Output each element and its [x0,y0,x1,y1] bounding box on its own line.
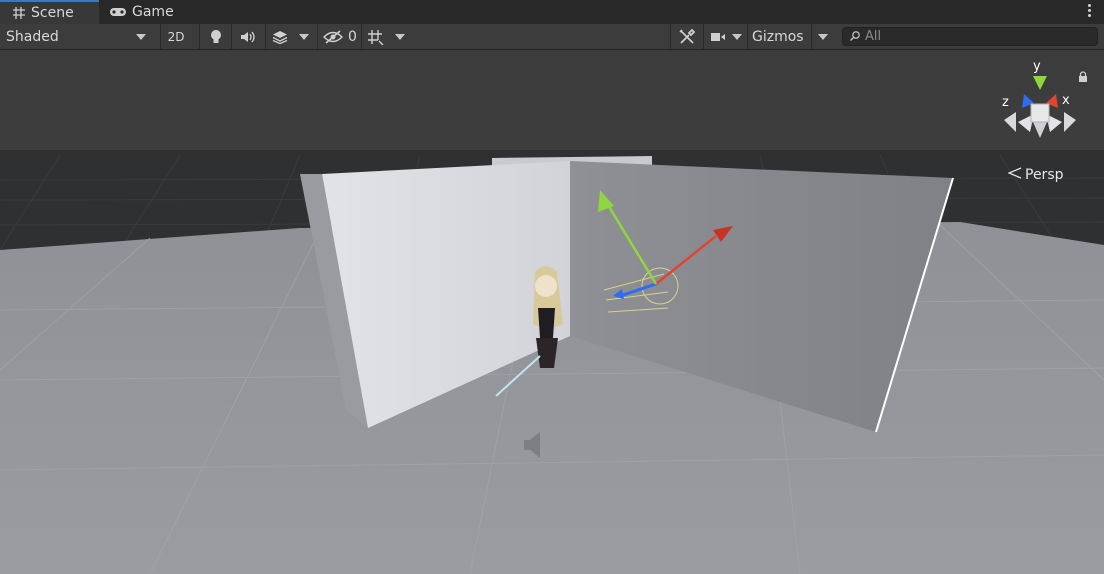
search-icon [849,27,861,46]
axis-x-label: x [1062,93,1070,108]
chevron-down-icon [732,33,742,40]
projection-label: Persp [1025,167,1064,183]
tab-scene-label: Scene [31,5,74,21]
tab-scene[interactable]: Scene [0,0,99,24]
axis-z-label: z [1002,95,1009,110]
tools-icon [678,28,695,45]
camera-icon [710,31,726,43]
scene-search-field[interactable] [842,27,1098,46]
layers-icon [272,30,288,44]
gizmos-dropdown[interactable] [811,24,833,49]
scene-viewport[interactable]: y x z [0,50,1104,574]
hidden-count: 0 [348,28,357,45]
gizmos-button[interactable]: Gizmos [747,24,811,49]
lighting-toggle[interactable] [199,24,231,49]
scene-view-canvas[interactable]: y x z [0,50,1104,574]
perspective-icon [1007,167,1022,183]
gamepad-icon [109,5,127,19]
effects-dropdown[interactable] [293,24,315,49]
chevron-down-icon [136,33,146,40]
scene-visibility-toggle[interactable]: 0 [317,24,357,49]
mode-2d-button[interactable]: 2D [160,24,191,49]
gizmos-label: Gizmos [752,28,804,45]
draw-mode-dropdown[interactable]: Shaded [0,24,156,49]
tab-game[interactable]: Game [99,0,189,24]
projection-toggle[interactable]: Persp [1007,167,1064,183]
lock-icon[interactable] [1078,67,1088,86]
grid-snap-icon [367,29,385,45]
tab-bar: Scene Game [0,0,1104,24]
chevron-down-icon [817,33,828,40]
search-input[interactable] [861,29,1085,44]
eye-slash-icon [323,29,343,44]
chevron-down-icon [299,33,309,40]
tools-button[interactable] [670,24,702,49]
grid-icon [12,6,26,20]
grid-snap-toggle[interactable] [361,24,389,49]
effects-toggle[interactable] [265,24,293,49]
grid-dropdown[interactable] [389,24,411,49]
audio-toggle[interactable] [231,24,263,49]
axis-y-label: y [1033,59,1041,74]
mode-2d-label: 2D [167,29,185,44]
draw-mode-label: Shaded [6,28,59,45]
more-options-icon[interactable] [1088,4,1092,20]
chevron-down-icon [395,33,405,40]
lightbulb-icon [209,29,223,45]
speaker-icon [240,30,256,44]
camera-settings-dropdown[interactable] [703,24,747,49]
tab-game-label: Game [132,4,174,20]
